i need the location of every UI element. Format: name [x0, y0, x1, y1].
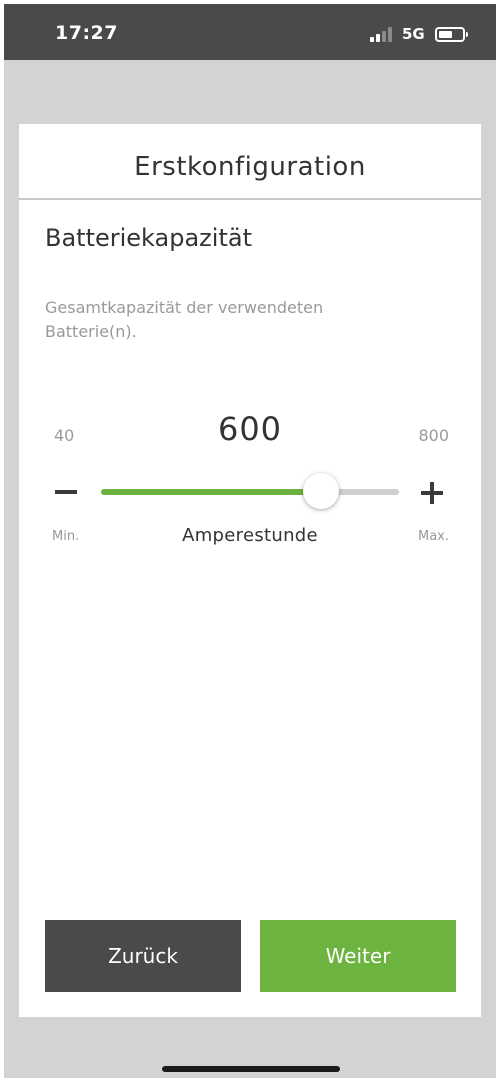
- title-divider: [19, 198, 481, 200]
- setup-dialog: Erstkonfiguration Batteriekapazität Gesa…: [19, 124, 481, 1017]
- next-button[interactable]: Weiter: [260, 920, 456, 992]
- status-bar: 17:27 5G: [4, 4, 496, 60]
- slider-progress: [101, 489, 321, 495]
- range-max-value: 800: [418, 426, 449, 445]
- network-type: 5G: [402, 25, 425, 43]
- signal-icon: [370, 26, 396, 42]
- back-button[interactable]: Zurück: [45, 920, 241, 992]
- plus-icon[interactable]: [413, 466, 451, 502]
- decrement-button[interactable]: [55, 490, 77, 494]
- increment-button[interactable]: [421, 482, 443, 504]
- dialog-title: Erstkonfiguration: [134, 152, 366, 182]
- current-value: 600: [217, 410, 283, 448]
- section-description: Gesamtkapazität der verwendeten Batterie…: [45, 298, 324, 341]
- unit-label: Amperestunde: [182, 525, 318, 546]
- max-label: Max.: [417, 529, 449, 544]
- home-indicator[interactable]: [162, 1066, 340, 1072]
- section-title: Batteriekapazität: [45, 224, 252, 252]
- battery-icon: [435, 27, 468, 42]
- slider-thumb[interactable]: [303, 473, 339, 509]
- capacity-slider[interactable]: [101, 473, 399, 509]
- status-time: 17:27: [55, 22, 118, 44]
- minus-icon[interactable]: [47, 474, 85, 510]
